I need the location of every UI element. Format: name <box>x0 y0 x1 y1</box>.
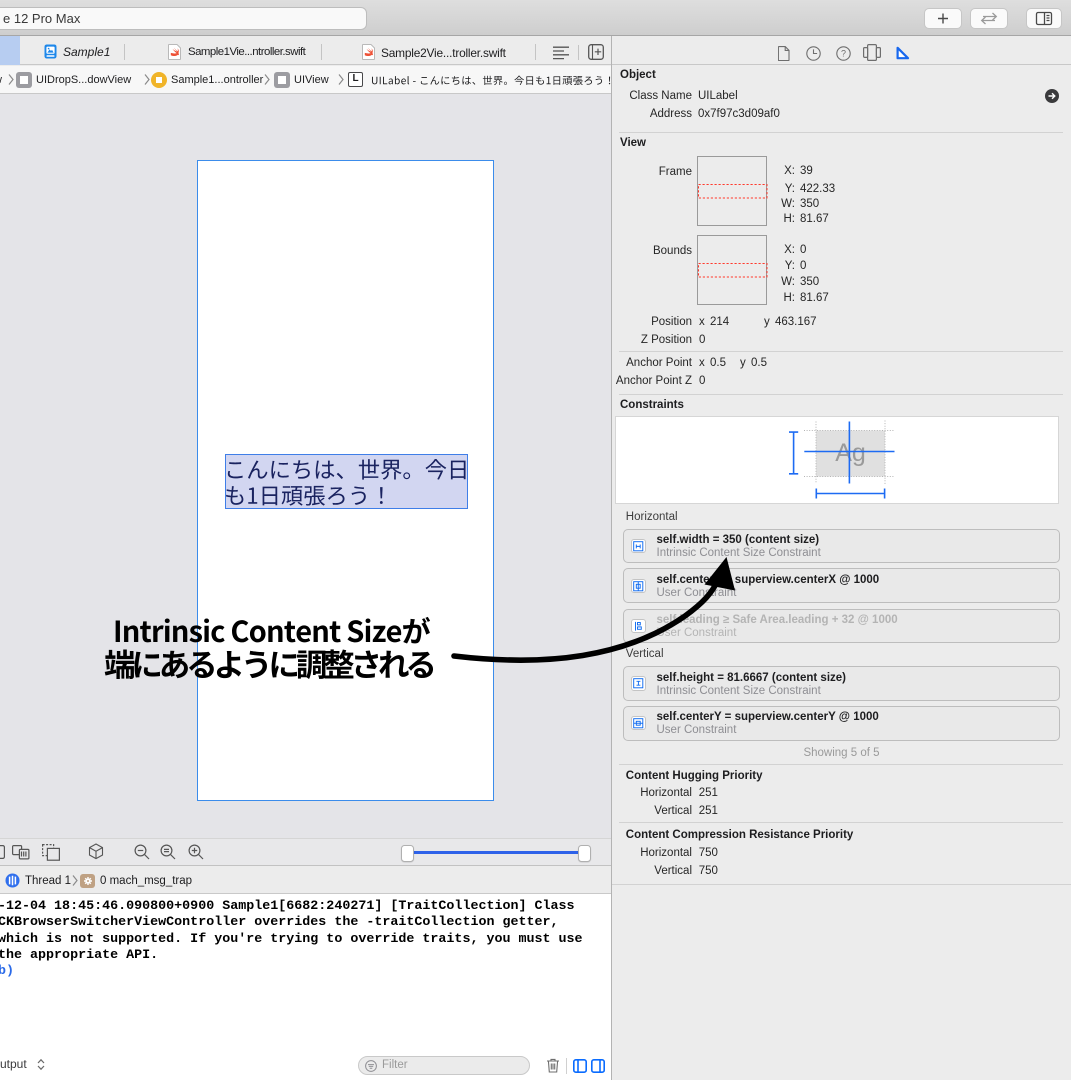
svg-text:?: ? <box>841 49 846 59</box>
svg-text:Ag: Ag <box>835 439 866 467</box>
